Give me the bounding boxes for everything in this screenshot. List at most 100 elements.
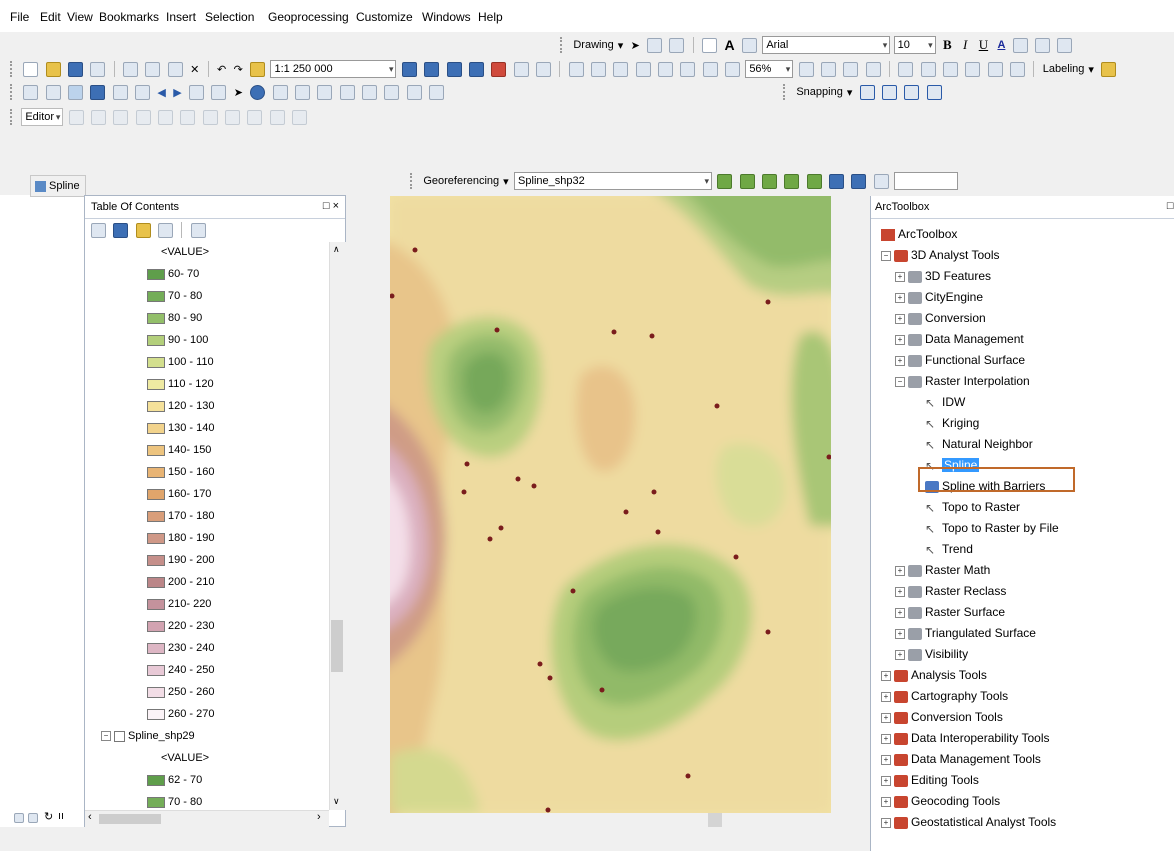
- open-icon[interactable]: [45, 61, 61, 77]
- expand-icon[interactable]: +: [895, 334, 905, 345]
- menu-insert[interactable]: Insert: [166, 10, 196, 24]
- vertex-snapping-icon[interactable]: [904, 84, 920, 100]
- delete-icon[interactable]: ✕: [190, 64, 199, 76]
- identify-icon[interactable]: [250, 84, 266, 100]
- draw-tool-icon[interactable]: [965, 61, 981, 77]
- split-icon[interactable]: [202, 109, 218, 125]
- point-snapping-icon[interactable]: [859, 84, 875, 100]
- list-by-visibility-icon[interactable]: [135, 222, 151, 238]
- list-by-drawing-order-icon[interactable]: [91, 222, 106, 238]
- expand-icon[interactable]: +: [881, 733, 891, 744]
- redo-icon[interactable]: ↷: [234, 64, 243, 76]
- rotate-icon[interactable]: [717, 173, 733, 189]
- toc-close-button[interactable]: □ ×: [323, 200, 339, 212]
- view-link-table-icon[interactable]: [829, 173, 845, 189]
- georeferencing-menu[interactable]: Georeferencing: [423, 175, 499, 187]
- chevron-down-icon[interactable]: ▾: [503, 176, 509, 188]
- list-by-selection-icon[interactable]: [158, 222, 174, 238]
- toolbox-item-functional-surface[interactable]: + Functional Surface: [895, 350, 1025, 371]
- expand-icon[interactable]: +: [895, 313, 905, 324]
- toolbox-item-raster-interpolation[interactable]: − Raster Interpolation: [895, 371, 1030, 392]
- toolbox-item-analysis-tools[interactable]: + Analysis Tools: [881, 665, 987, 686]
- font-color-icon[interactable]: A: [997, 39, 1005, 51]
- toolbox-item-natural-neighbor[interactable]: ↖ Natural Neighbor: [911, 434, 1033, 455]
- toolbox-item-cityengine[interactable]: + CityEngine: [895, 287, 983, 308]
- trace-icon[interactable]: [135, 109, 151, 125]
- model-builder-icon[interactable]: [535, 61, 551, 77]
- zoom-in-icon[interactable]: [23, 84, 39, 100]
- menu-customize[interactable]: Customize: [356, 10, 413, 24]
- toolbox-item-conversion-tools[interactable]: + Conversion Tools: [881, 707, 1003, 728]
- menu-help[interactable]: Help: [478, 10, 503, 24]
- find-icon[interactable]: [339, 84, 355, 100]
- editor-menu[interactable]: Editor ▾: [21, 108, 64, 126]
- edit-tool-icon[interactable]: [68, 109, 84, 125]
- catalog-icon[interactable]: [446, 61, 462, 77]
- toc-vertical-scrollbar[interactable]: ∧ ∨: [329, 242, 346, 810]
- toolbox-item-kriging[interactable]: ↖ Kriging: [911, 413, 979, 434]
- layout-tool-icon[interactable]: [724, 61, 740, 77]
- marker-color-icon[interactable]: [1057, 37, 1073, 53]
- collapse-icon[interactable]: −: [101, 731, 111, 742]
- zoom-whole-page-icon[interactable]: [669, 37, 685, 53]
- layout-tool-icon[interactable]: [590, 61, 606, 77]
- add-data-icon[interactable]: [250, 61, 266, 77]
- back-icon[interactable]: ◀: [157, 87, 165, 99]
- time-slider-icon[interactable]: [406, 84, 422, 100]
- arctoolbox-close-button[interactable]: □ ×: [1167, 200, 1174, 212]
- go-to-xy-icon[interactable]: [384, 84, 400, 100]
- font-size-combo[interactable]: 10 ▾: [893, 36, 936, 54]
- collapse-icon[interactable]: −: [895, 376, 905, 387]
- zoom-percent-combo[interactable]: 56% ▾: [745, 60, 794, 78]
- menu-bookmarks[interactable]: Bookmarks: [99, 10, 159, 24]
- toolbox-item-trend[interactable]: ↖ Trend: [911, 539, 973, 560]
- toolbox-item-idw[interactable]: ↖ IDW: [911, 392, 965, 413]
- bold-button[interactable]: B: [943, 37, 952, 52]
- scroll-right-icon[interactable]: ›: [317, 811, 321, 823]
- draw-tool-icon[interactable]: [987, 61, 1003, 77]
- shift-icon[interactable]: [739, 173, 755, 189]
- georef-layer-combo[interactable]: Spline_shp32 ▾: [514, 172, 713, 190]
- toolbox-item-editing-tools[interactable]: + Editing Tools: [881, 770, 979, 791]
- measure-icon[interactable]: [317, 84, 333, 100]
- toolbar-grip[interactable]: [10, 109, 15, 125]
- copy-icon[interactable]: [145, 61, 161, 77]
- toolbox-item-geostatistical-analyst-tools[interactable]: + Geostatistical Analyst Tools: [881, 812, 1056, 833]
- pause-icon[interactable]: ıı: [58, 810, 64, 822]
- expand-icon[interactable]: +: [895, 271, 905, 282]
- fixed-zoom-out-icon[interactable]: [135, 84, 151, 100]
- layout-tool-icon[interactable]: [635, 61, 651, 77]
- viewer-icon[interactable]: [851, 173, 867, 189]
- full-extent-icon[interactable]: [90, 84, 106, 100]
- list-by-source-icon[interactable]: [113, 222, 129, 238]
- expand-icon[interactable]: +: [895, 586, 905, 597]
- callout-icon[interactable]: [741, 37, 757, 53]
- draw-tool-icon[interactable]: [920, 61, 936, 77]
- chevron-down-icon[interactable]: ▾: [618, 40, 624, 52]
- pan-icon[interactable]: [68, 84, 84, 100]
- labeling-menu[interactable]: Labeling: [1043, 63, 1085, 75]
- construction-tools-icon[interactable]: [158, 109, 174, 125]
- toolbar-grip[interactable]: [783, 84, 788, 100]
- toolbar-grip[interactable]: [10, 61, 15, 77]
- draw-tool-icon[interactable]: [898, 61, 914, 77]
- drawing-menu[interactable]: Drawing: [573, 39, 613, 51]
- menu-file[interactable]: File: [10, 10, 29, 24]
- edit-annotation-icon[interactable]: [91, 109, 107, 125]
- menu-edit[interactable]: Edit: [40, 10, 61, 24]
- toolbox-item-cartography-tools[interactable]: + Cartography Tools: [881, 686, 1008, 707]
- data-view-icon[interactable]: [14, 813, 24, 823]
- draw-tool-icon[interactable]: [1010, 61, 1026, 77]
- expand-icon[interactable]: +: [881, 796, 891, 807]
- layout-tool-icon[interactable]: [798, 61, 814, 77]
- scroll-thumb[interactable]: [99, 814, 161, 824]
- menu-windows[interactable]: Windows: [422, 10, 471, 24]
- toolbar-grip[interactable]: [560, 37, 565, 53]
- sketch-properties-icon[interactable]: [269, 109, 285, 125]
- collapse-icon[interactable]: −: [881, 250, 891, 261]
- toolbox-item-conversion[interactable]: + Conversion: [895, 308, 986, 329]
- layout-tool-icon[interactable]: [702, 61, 718, 77]
- map-scroll-thumb[interactable]: [708, 813, 722, 827]
- toc-horizontal-scrollbar[interactable]: ‹ ›: [85, 810, 329, 827]
- editor-toolbar-icon[interactable]: [401, 61, 417, 77]
